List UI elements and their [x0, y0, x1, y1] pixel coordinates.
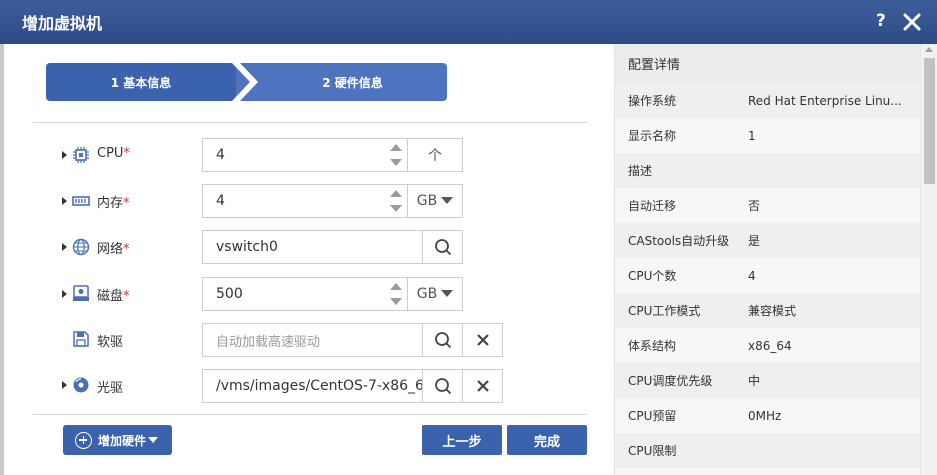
- cdrom-clear-button[interactable]: [462, 369, 503, 403]
- disk-label: 磁盘*: [97, 289, 130, 304]
- save-icon: [73, 331, 89, 347]
- chevron-down-icon: [441, 197, 454, 204]
- config-row: CAStools自动升级是: [615, 223, 921, 258]
- dialog-titlebar: 增加虚拟机 ?: [0, 0, 937, 44]
- cpu-stepper[interactable]: [386, 139, 406, 171]
- divider-bottom: [33, 414, 587, 415]
- finish-button[interactable]: 完成: [507, 425, 587, 455]
- left-edge: [0, 44, 4, 475]
- cdrom-input[interactable]: /vms/images/CentOS-7-x86_64: [202, 369, 423, 403]
- disk-stepper[interactable]: [386, 278, 406, 310]
- network-input[interactable]: vswitch0: [202, 230, 423, 264]
- config-row: CPU工作模式 兼容模式: [615, 293, 921, 328]
- cpu-count-input[interactable]: 4: [202, 138, 408, 172]
- step-hardware-info[interactable]: 2 硬件信息: [236, 63, 447, 101]
- config-row: 操作系统 Red Hat Enterprise Linu...: [615, 83, 921, 118]
- cpu-label: CPU*: [97, 146, 130, 161]
- floppy-clear-button[interactable]: [462, 323, 503, 357]
- config-details-title: 配置详情: [615, 44, 921, 83]
- cdrom-label: 光驱: [97, 381, 124, 396]
- clear-icon: [476, 380, 489, 392]
- config-scrollbar-thumb[interactable]: [924, 58, 935, 184]
- close-icon[interactable]: [902, 12, 922, 32]
- config-row: 自动迁移否: [628, 199, 761, 213]
- search-icon: [434, 239, 451, 256]
- disk-size-input[interactable]: 500: [202, 277, 408, 311]
- floppy-input[interactable]: 自动加载高速驱动: [202, 323, 423, 357]
- network-label: 网络*: [97, 242, 130, 257]
- disk-unit-select[interactable]: GB: [407, 277, 463, 311]
- dialog-title: 增加虚拟机: [22, 14, 103, 33]
- disk-icon: [73, 285, 89, 301]
- chevron-down-icon: [441, 290, 454, 297]
- memory-unit-value: GB: [416, 193, 438, 209]
- config-row: CPU预留 0MHz: [628, 408, 782, 424]
- disc-icon: [73, 377, 89, 393]
- step-basic-info-label: 1 基本信息: [110, 75, 172, 90]
- floppy-label: 软驱: [97, 335, 124, 350]
- memory-stepper[interactable]: [386, 185, 406, 217]
- config-details-panel: 配置详情 操作系统 Red Hat Enterprise Linu... 显示名称…: [614, 44, 921, 475]
- config-row: 显示名称 1: [628, 128, 756, 144]
- cpu-unit: 个: [407, 138, 463, 172]
- config-row: CPU个数 4: [628, 268, 756, 284]
- config-row: CPU调度优先级中: [615, 363, 921, 398]
- config-row: 描述: [615, 153, 921, 188]
- step-basic-info[interactable]: 1 基本信息: [46, 63, 256, 101]
- expand-caret-icon[interactable]: [62, 197, 67, 205]
- step-arrow-icon: [232, 63, 258, 101]
- search-icon: [434, 332, 451, 349]
- clear-icon: [476, 334, 489, 346]
- help-button[interactable]: ?: [876, 11, 886, 31]
- config-row: 体系结构 x86_64: [628, 338, 792, 354]
- memory-icon: [72, 196, 90, 206]
- prev-button[interactable]: 上一步: [422, 425, 502, 455]
- scroll-up-arrow-icon[interactable]: [925, 47, 933, 52]
- add-hardware-label: 增加硬件: [98, 433, 147, 448]
- search-icon: [434, 378, 451, 395]
- cpu-icon: [73, 147, 89, 163]
- step-hardware-info-label: 2 硬件信息: [322, 75, 383, 90]
- add-hardware-button[interactable]: 增加硬件: [63, 425, 172, 455]
- floppy-search-button[interactable]: [422, 323, 463, 357]
- disk-unit-value: GB: [416, 286, 438, 302]
- expand-caret-icon[interactable]: [62, 290, 67, 298]
- network-search-button[interactable]: [422, 230, 463, 264]
- cdrom-search-button[interactable]: [422, 369, 463, 403]
- expand-caret-icon[interactable]: [62, 381, 67, 389]
- memory-label: 内存*: [97, 196, 130, 211]
- memory-size-input[interactable]: 4: [202, 184, 408, 218]
- plus-circle-icon: [75, 431, 92, 449]
- expand-caret-icon[interactable]: [62, 151, 67, 159]
- globe-icon: [72, 238, 90, 256]
- divider-top: [33, 122, 587, 123]
- memory-unit-select[interactable]: GB: [407, 184, 463, 218]
- caret-down-icon: [148, 437, 159, 443]
- expand-caret-icon[interactable]: [62, 243, 67, 251]
- config-row: CPU限制: [615, 433, 921, 468]
